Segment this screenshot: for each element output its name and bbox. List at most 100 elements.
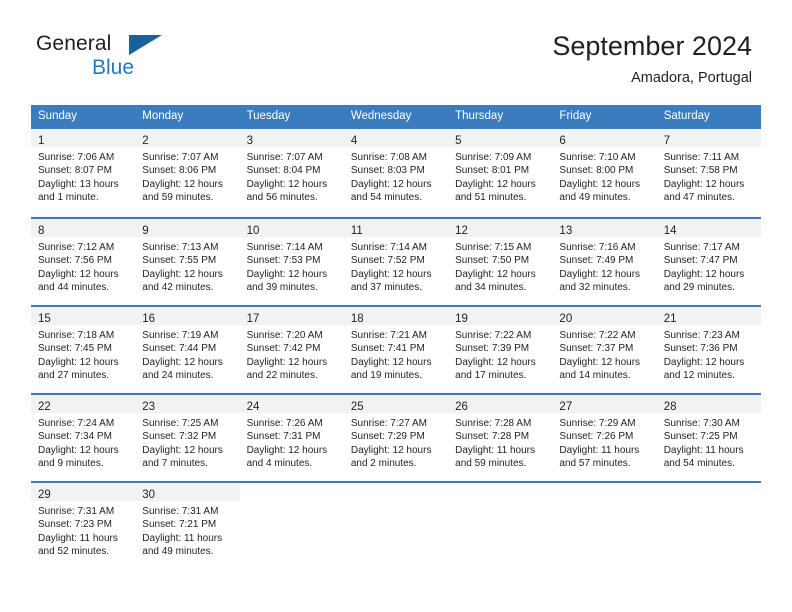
daylight-duration-line2: and 7 minutes. [142,458,208,470]
day-details: Sunrise: 7:21 AM Sunset: 7:41 PM Daylight:… [344,325,448,383]
day-number-band: 27 [552,395,657,413]
calendar-day-cell[interactable]: 9 Sunrise: 7:13 AM Sunset: 7:55 PM Daylight… [135,219,240,305]
day-details: Sunrise: 7:23 AM Sunset: 7:36 PM Daylight:… [657,325,761,383]
sunrise-time: Sunrise: 7:29 AM [559,418,636,429]
location-subtitle: Amadora, Portugal [631,70,752,86]
calendar-day-cell[interactable]: 14 Sunrise: 7:17 AM Sunset: 7:47 PM Dayligh… [656,219,761,305]
daylight-duration-line2: and 2 minutes. [350,458,417,470]
sunset-time: Sunset: 7:49 PM [559,255,634,267]
day-number-band: 30 [135,483,240,501]
sunrise-time: Sunrise: 7:07 AM [246,152,323,163]
calendar-day-cell-empty [552,483,656,569]
sunset-time: Sunset: 7:50 PM [455,255,530,267]
calendar-day-cell[interactable]: 1 Sunrise: 7:06 AM Sunset: 8:07 PM Daylight… [31,129,136,217]
sunrise-time: Sunrise: 7:19 AM [142,330,219,341]
day-details: Sunrise: 7:28 AM Sunset: 7:28 PM Daylight:… [448,413,552,471]
day-details: Sunrise: 7:18 AM Sunset: 7:45 PM Daylight:… [31,325,135,383]
weekday-saturday: Saturday [663,110,710,122]
daylight-duration-line1: Daylight: 11 hours [38,532,118,544]
day-number-band: 19 [448,307,553,325]
day-details: Sunrise: 7:12 AM Sunset: 7:56 PM Daylight:… [31,237,135,295]
sunrise-time: Sunrise: 7:21 AM [350,330,427,341]
day-number: 25 [350,401,364,413]
calendar-day-cell[interactable]: 8 Sunrise: 7:12 AM Sunset: 7:56 PM Daylight… [31,219,136,305]
day-number: 28 [663,401,677,413]
calendar-day-cell[interactable]: 19 Sunrise: 7:22 AM Sunset: 7:39 PM Dayligh… [448,307,553,393]
calendar-day-cell-empty [240,483,344,569]
calendar-day-cell[interactable]: 11 Sunrise: 7:14 AM Sunset: 7:52 PM Dayligh… [343,219,449,305]
sunrise-time: Sunrise: 7:22 AM [455,330,532,341]
calendar-day-cell[interactable]: 18 Sunrise: 7:21 AM Sunset: 7:41 PM Dayligh… [343,307,449,393]
daylight-duration-line2: and 51 minutes. [455,192,527,204]
calendar-day-cell[interactable]: 17 Sunrise: 7:20 AM Sunset: 7:42 PM Dayligh… [239,307,344,393]
day-number-band: 18 [343,307,449,325]
calendar-day-cell[interactable]: 25 Sunrise: 7:27 AM Sunset: 7:29 PM Dayligh… [343,395,449,481]
day-number-band: 20 [552,307,657,325]
day-number-band: 21 [656,307,761,325]
page-header: General Blue September 2024 Amadora, Por… [0,0,792,100]
sunset-time: Sunset: 8:03 PM [350,165,425,177]
daylight-duration-line2: and 24 minutes. [142,370,214,382]
sunrise-time: Sunrise: 7:11 AM [663,152,740,163]
calendar-day-cell[interactable]: 12 Sunrise: 7:15 AM Sunset: 7:50 PM Dayligh… [448,219,553,305]
calendar-day-cell[interactable]: 6 Sunrise: 7:10 AM Sunset: 8:00 PM Daylight… [552,129,657,217]
calendar-day-cell[interactable]: 22 Sunrise: 7:24 AM Sunset: 7:34 PM Dayligh… [31,395,136,481]
day-details: Sunrise: 7:26 AM Sunset: 7:31 PM Daylight:… [240,413,344,471]
sunrise-time: Sunrise: 7:17 AM [663,242,740,253]
daylight-duration-line2: and 27 minutes. [38,370,110,382]
calendar-day-cell[interactable]: 21 Sunrise: 7:23 AM Sunset: 7:36 PM Dayligh… [656,307,761,393]
daylight-duration-line2: and 34 minutes. [455,282,527,294]
calendar-day-cell[interactable]: 24 Sunrise: 7:26 AM Sunset: 7:31 PM Dayligh… [239,395,344,481]
daylight-duration-line1: Daylight: 12 hours [350,178,432,190]
daylight-duration-line1: Daylight: 12 hours [455,268,536,280]
calendar-day-cell[interactable]: 2 Sunrise: 7:07 AM Sunset: 8:06 PM Daylight… [135,129,240,217]
title-block: September 2024 Amadora, Portugal [552,30,752,88]
calendar-day-cell[interactable]: 23 Sunrise: 7:25 AM Sunset: 7:32 PM Dayligh… [135,395,240,481]
sunset-time: Sunset: 7:25 PM [663,431,738,443]
day-number-band: 1 [31,129,136,147]
calendar-day-cell[interactable]: 5 Sunrise: 7:09 AM Sunset: 8:01 PM Daylight… [448,129,553,217]
daylight-duration-line1: Daylight: 12 hours [38,268,119,280]
calendar-day-cell[interactable]: 20 Sunrise: 7:22 AM Sunset: 7:37 PM Dayligh… [552,307,657,393]
calendar-day-cell[interactable]: 3 Sunrise: 7:07 AM Sunset: 8:04 PM Daylight… [239,129,344,217]
daylight-duration-line2: and 56 minutes. [246,192,318,204]
sunrise-time: Sunrise: 7:14 AM [350,242,427,253]
calendar-week-row: 22 Sunrise: 7:24 AM Sunset: 7:34 PM Dayligh… [31,393,761,481]
calendar-day-cell[interactable]: 30 Sunrise: 7:31 AM Sunset: 7:21 PM Dayligh… [135,483,240,569]
calendar-day-cell[interactable]: 26 Sunrise: 7:28 AM Sunset: 7:28 PM Dayligh… [448,395,553,481]
calendar-day-cell[interactable]: 16 Sunrise: 7:19 AM Sunset: 7:44 PM Dayligh… [135,307,240,393]
sunrise-time: Sunrise: 7:15 AM [455,242,532,253]
calendar-day-cell[interactable]: 15 Sunrise: 7:18 AM Sunset: 7:45 PM Dayligh… [31,307,136,393]
daylight-duration-line1: Daylight: 12 hours [350,268,432,280]
calendar-day-cell[interactable]: 10 Sunrise: 7:14 AM Sunset: 7:53 PM Dayligh… [239,219,344,305]
calendar-day-cell[interactable]: 7 Sunrise: 7:11 AM Sunset: 7:58 PM Daylight… [656,129,761,217]
daylight-duration-line2: and 19 minutes. [350,370,423,382]
day-number-band [448,483,552,501]
weekday-monday: Monday [142,110,184,122]
calendar-page: General Blue September 2024 Amadora, Por… [0,0,792,612]
daylight-duration-line1: Daylight: 12 hours [350,444,432,456]
day-number-band: 11 [343,219,449,237]
daylight-duration-line1: Daylight: 12 hours [559,268,641,280]
daylight-duration-line1: Daylight: 12 hours [455,178,536,190]
calendar-day-cell[interactable]: 29 Sunrise: 7:31 AM Sunset: 7:23 PM Dayligh… [31,483,136,569]
calendar-day-cell[interactable]: 28 Sunrise: 7:30 AM Sunset: 7:25 PM Dayligh… [656,395,761,481]
calendar-day-cell-empty [344,483,448,569]
daylight-duration-line2: and 37 minutes. [350,282,423,294]
day-details: Sunrise: 7:07 AM Sunset: 8:04 PM Daylight:… [240,147,344,205]
general-blue-logo[interactable]: General Blue [36,33,266,85]
day-details: Sunrise: 7:10 AM Sunset: 8:00 PM Daylight:… [552,147,656,205]
daylight-duration-line2: and 54 minutes. [663,458,735,470]
day-number: 5 [455,135,462,147]
calendar-day-cell[interactable]: 13 Sunrise: 7:16 AM Sunset: 7:49 PM Dayligh… [552,219,657,305]
calendar-week-row: 1 Sunrise: 7:06 AM Sunset: 8:07 PM Daylight… [31,129,761,217]
calendar-day-cell[interactable]: 27 Sunrise: 7:29 AM Sunset: 7:26 PM Dayligh… [552,395,657,481]
day-number-band: 26 [448,395,553,413]
daylight-duration-line2: and 14 minutes. [559,370,631,382]
daylight-duration-line1: Daylight: 12 hours [246,268,328,280]
calendar-day-cell[interactable]: 4 Sunrise: 7:08 AM Sunset: 8:03 PM Daylight… [343,129,449,217]
calendar-week-row: 15 Sunrise: 7:18 AM Sunset: 7:45 PM Dayligh… [31,305,761,393]
sunrise-time: Sunrise: 7:16 AM [559,242,636,253]
day-number: 2 [142,135,149,147]
day-number-band: 22 [31,395,136,413]
